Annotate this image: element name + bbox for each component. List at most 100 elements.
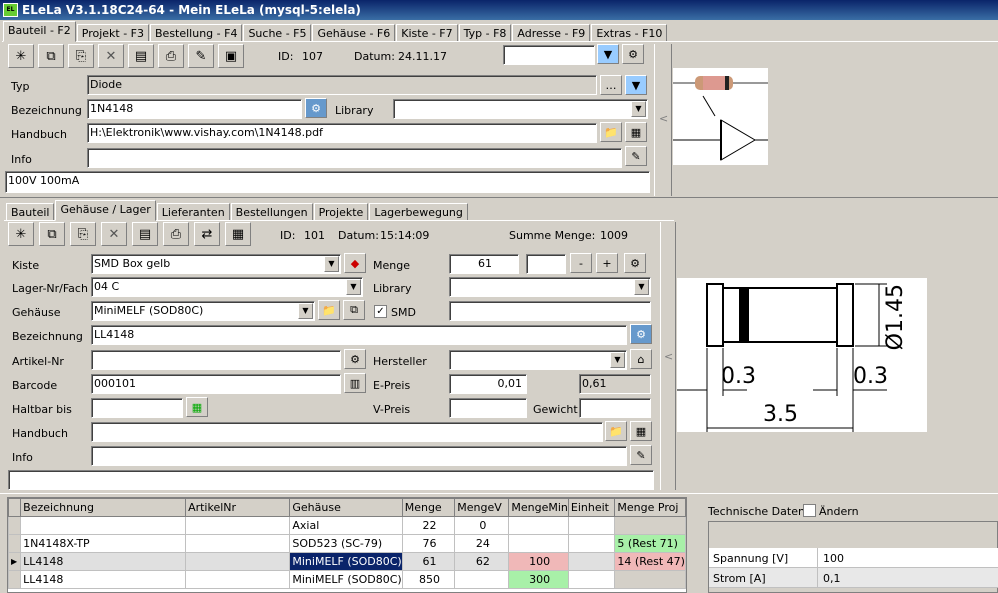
table-row[interactable]: 1N4148X-TP SOD523 (SC-79) 76 24 5 (Rest 71) xyxy=(8,534,686,553)
info-field[interactable] xyxy=(87,148,622,168)
edit-info-icon[interactable]: ✎ xyxy=(630,445,652,465)
main-tab[interactable]: Adresse - F9 xyxy=(512,24,591,42)
table-cell[interactable]: MiniMELF (SOD80C) xyxy=(289,552,403,571)
artikel-gear-icon[interactable]: ⚙ xyxy=(344,349,366,369)
table-cell[interactable] xyxy=(185,552,291,571)
open-doc-icon[interactable]: ▦ xyxy=(625,122,647,142)
table-cell[interactable] xyxy=(20,516,187,535)
copy-storage-button[interactable]: ⧉ xyxy=(39,222,65,246)
table-cell[interactable]: 0 xyxy=(454,516,510,535)
typ-filter-icon[interactable]: ▼ xyxy=(625,75,647,95)
sub-tab[interactable]: Bauteil xyxy=(6,203,55,221)
smd-extra-field[interactable] xyxy=(449,301,651,321)
edit-info-icon[interactable]: ✎ xyxy=(625,146,647,166)
main-tab[interactable]: Bestellung - F4 xyxy=(150,24,243,42)
column-header[interactable]: MengeMin xyxy=(508,498,569,517)
artikel-field[interactable] xyxy=(91,350,341,370)
main-tab[interactable]: Suche - F5 xyxy=(243,24,312,42)
smd-checkbox[interactable]: ✓ xyxy=(374,305,387,318)
menge-delta-field[interactable] xyxy=(526,254,566,274)
storage-info-field[interactable] xyxy=(91,446,627,466)
table-cell[interactable]: 62 xyxy=(454,552,510,571)
row-indicator[interactable] xyxy=(8,570,22,589)
home-icon[interactable]: ⌂ xyxy=(630,349,652,369)
chevron-down-icon[interactable]: ▼ xyxy=(298,303,313,319)
settings-icon[interactable]: ⚙ xyxy=(622,44,644,64)
sub-tab[interactable]: Lagerbewegung xyxy=(369,203,468,221)
typ-browse-button[interactable]: … xyxy=(600,75,622,95)
chevron-down-icon[interactable]: ▼ xyxy=(324,256,339,272)
table-cell[interactable]: 1N4148X-TP xyxy=(20,534,187,553)
table-cell[interactable] xyxy=(614,516,686,535)
menge-field[interactable]: 61 xyxy=(449,254,519,274)
main-tab[interactable]: Typ - F8 xyxy=(458,24,512,42)
lager-select[interactable]: 04 C ▼ xyxy=(91,277,363,297)
storage-handbuch-field[interactable] xyxy=(91,422,603,442)
gear-icon[interactable]: ⚙ xyxy=(305,98,327,118)
main-tab[interactable]: Projekt - F3 xyxy=(76,24,149,42)
table-cell[interactable] xyxy=(185,570,291,589)
row-indicator[interactable] xyxy=(8,534,22,553)
table-cell[interactable] xyxy=(567,570,616,589)
folder-icon[interactable]: 📁 xyxy=(600,122,622,142)
gewicht-field[interactable] xyxy=(579,398,651,418)
splitter-top[interactable]: < xyxy=(654,44,672,196)
storage-table[interactable]: Bezeichnung ArtikelNr Gehäuse Menge MengeV Me… xyxy=(7,497,687,593)
folder-icon[interactable]: 📁 xyxy=(605,421,627,441)
bezeichnung-field[interactable]: 1N4148 xyxy=(87,99,302,119)
table-cell[interactable] xyxy=(614,570,686,589)
chevron-down-icon[interactable]: ▼ xyxy=(610,352,625,368)
archive-storage-button[interactable]: ▤ xyxy=(132,222,158,246)
barcode-field[interactable]: 000101 xyxy=(91,374,341,394)
library-select[interactable]: ▼ xyxy=(393,99,648,119)
gehaeuse-folder-icon[interactable]: 📁 xyxy=(318,300,340,320)
column-header[interactable]: Gehäuse xyxy=(289,498,403,517)
table-cell[interactable]: 300 xyxy=(508,570,569,589)
table-cell[interactable] xyxy=(185,534,291,553)
haltbar-field[interactable] xyxy=(91,398,183,418)
row-indicator[interactable] xyxy=(8,516,22,535)
table-cell[interactable] xyxy=(508,534,569,553)
tech-table[interactable]: Spannung [V] 100 Strom [A] 0,1 xyxy=(708,521,998,593)
gehaeuse-select[interactable]: MiniMELF (SOD80C) ▼ xyxy=(91,301,315,321)
column-header[interactable]: Einheit xyxy=(567,498,616,517)
paste-part-button[interactable]: ⎘ xyxy=(68,44,94,68)
storage-bezeichnung-field[interactable]: LL4148 xyxy=(91,325,627,345)
column-header[interactable]: MengeV xyxy=(454,498,510,517)
table-row[interactable]: ▶ LL4148 MiniMELF (SOD80C) 61 62 100 14 (Rest … xyxy=(8,552,686,571)
table-cell[interactable]: 100 xyxy=(508,552,569,571)
aendern-checkbox[interactable] xyxy=(803,504,816,517)
print-button[interactable]: ⎙ xyxy=(158,44,184,68)
main-tab[interactable]: Gehäuse - F6 xyxy=(312,24,396,42)
print-storage-button[interactable]: ⎙ xyxy=(163,222,189,246)
tech-row[interactable]: Spannung [V] 100 xyxy=(709,548,998,568)
chevron-down-icon[interactable]: ▼ xyxy=(634,279,649,295)
handbuch-field[interactable]: H:\Elektronik\www.vishay.com\1N4148.pdf xyxy=(87,123,597,143)
stock-settings-icon[interactable]: ⚙ xyxy=(624,253,646,273)
copy-part-button[interactable]: ⧉ xyxy=(38,44,64,68)
row-indicator[interactable]: ▶ xyxy=(8,552,22,571)
table-cell[interactable] xyxy=(567,534,616,553)
barcode-icon[interactable]: ▥ xyxy=(344,373,366,393)
open-doc-icon[interactable]: ▦ xyxy=(630,421,652,441)
sub-tab[interactable]: Lieferanten xyxy=(156,203,230,221)
table-cell[interactable]: LL4148 xyxy=(20,552,187,571)
calendar-icon[interactable]: ▦ xyxy=(186,397,208,417)
table-cell[interactable] xyxy=(567,552,616,571)
table-cell[interactable]: 24 xyxy=(454,534,510,553)
notes-field[interactable]: 100V 100mA xyxy=(5,171,650,193)
table-cell[interactable] xyxy=(454,570,510,589)
delete-part-button[interactable]: ✕ xyxy=(98,44,124,68)
gear-icon[interactable]: ⚙ xyxy=(630,324,652,344)
column-header[interactable]: ArtikelNr xyxy=(185,498,291,517)
main-tab[interactable]: Kiste - F7 xyxy=(396,24,458,42)
paste-storage-button[interactable]: ⎘ xyxy=(70,222,96,246)
main-tab[interactable]: Bauteil - F2 xyxy=(3,21,76,42)
kiste-select[interactable]: SMD Box gelb ▼ xyxy=(91,254,341,274)
move-storage-button[interactable]: ⇄ xyxy=(194,222,220,246)
epreis-field[interactable]: 0,01 xyxy=(449,374,527,394)
table-cell[interactable] xyxy=(185,516,291,535)
table-cell[interactable]: 850 xyxy=(401,570,456,589)
gehaeuse-detail-icon[interactable]: ⧉ xyxy=(343,300,365,320)
calculator-button[interactable]: ▦ xyxy=(225,222,251,246)
